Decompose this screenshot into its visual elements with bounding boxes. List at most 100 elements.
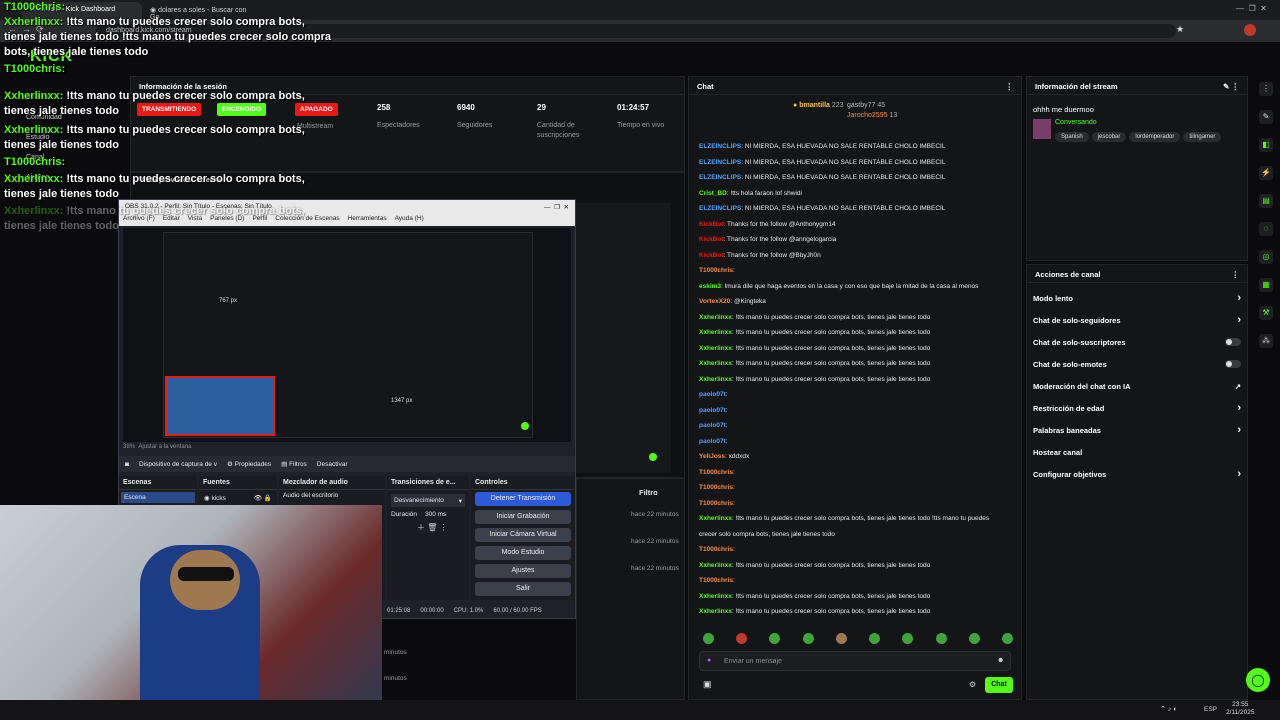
bookmark-star-icon[interactable]: ★ — [1176, 24, 1184, 35]
chat-message[interactable]: YeliJoss: xddxdx — [699, 449, 1017, 465]
moderation-icon[interactable]: ◧ — [1259, 138, 1273, 152]
chat-message[interactable]: KickBot: Thanks for the follow @anngelog… — [699, 232, 1017, 248]
chat-message[interactable]: Xxherlinxx: !tts mano tu puedes crecer s… — [699, 341, 1017, 357]
chat-message[interactable]: T1000chris: — [699, 465, 1017, 481]
channel-action-item[interactable]: Chat de solo-suscriptores — [1027, 331, 1247, 353]
obs-preview-canvas[interactable]: 767 px 1347 px — [123, 228, 571, 442]
chat-message[interactable]: T1000chris: — [699, 480, 1017, 496]
emote-icon[interactable] — [703, 633, 714, 644]
obs-stop-stream-button[interactable]: Detener Transmisión — [475, 492, 571, 506]
obs-virtual-camera-button[interactable]: Iniciar Cámara Virtual — [475, 528, 571, 542]
chat-message[interactable]: Crist_BD: !tts hola faraon lof shwidi — [699, 186, 1017, 202]
leader-3[interactable]: Jarocho2595 13 — [847, 111, 897, 121]
chat-message[interactable]: T1000chris: — [699, 496, 1017, 512]
emote-icon[interactable] — [769, 633, 781, 644]
channel-action-item[interactable]: Chat de solo-emotes — [1027, 353, 1247, 375]
more-icon[interactable]: ⋮ — [1259, 82, 1273, 96]
emote-icon[interactable] — [935, 633, 947, 644]
chevron-right-icon[interactable]: › — [1237, 424, 1241, 436]
chat-message[interactable]: ELZEINCLIPS: NI MIERDA, ESA HUEVADA NO S… — [699, 155, 1017, 171]
gift-icon[interactable]: ▣ — [703, 679, 712, 690]
chat-message[interactable]: paolo07t: — [699, 387, 1017, 403]
external-link-icon[interactable]: ↗ — [1235, 382, 1241, 391]
help-chat-bubble-icon[interactable]: ◯ — [1246, 668, 1270, 692]
chat-message[interactable]: VortexX20: @Kingteka — [699, 294, 1017, 310]
activity-filter-button[interactable]: Filtro — [639, 488, 658, 497]
chat-message[interactable]: eskim3: lmura dile que haga eventos en l… — [699, 279, 1017, 295]
chat-message[interactable]: Xxherlinxx: !tts mano tu puedes crecer s… — [699, 310, 1017, 326]
leader-2[interactable]: gastby77 45 — [847, 101, 897, 111]
emote-icon[interactable] — [835, 633, 847, 644]
keyboard-language[interactable]: ESP — [1204, 706, 1217, 713]
taskbar-clock[interactable]: 23:55 2/11/2025 — [1226, 701, 1254, 717]
obs-transition-add-icon[interactable]: ＋ 🗑 ⋮ — [417, 522, 465, 533]
chat-message[interactable]: ELZEINCLIPS: NI MIERDA, ESA HUEVADA NO S… — [699, 170, 1017, 186]
chat-message[interactable]: Xxherlinxx: !tts mano tu puedes crecer s… — [699, 372, 1017, 388]
channel-action-item[interactable]: Modo lento › — [1027, 287, 1247, 309]
channel-action-item[interactable]: Palabras baneadas › — [1027, 419, 1247, 441]
flash-icon[interactable]: ⚡ — [1259, 166, 1273, 180]
obs-deactivate-button[interactable]: Desactivar — [317, 461, 348, 468]
chat-popout-icon[interactable]: ⋮ — [1006, 82, 1014, 91]
chat-message[interactable]: paolo07t: — [699, 434, 1017, 450]
chat-message[interactable]: Xxherlinxx: !tts mano tu puedes crecer s… — [699, 511, 1017, 527]
chat-message[interactable]: Xxherlinxx: !tts mano tu puedes crecer s… — [699, 325, 1017, 341]
emote-icon[interactable] — [736, 633, 748, 644]
category-name[interactable]: Conversando — [1055, 119, 1097, 126]
chat-send-button[interactable]: Chat — [985, 677, 1013, 693]
chat-message[interactable]: T1000chris: — [699, 573, 1017, 589]
chevron-right-icon[interactable]: › — [1237, 292, 1241, 304]
obs-exit-button[interactable]: Salir — [475, 582, 571, 596]
obs-webcam-source[interactable] — [165, 376, 275, 436]
tray-icons[interactable]: ⌃ ♪ ◐ — [1160, 705, 1177, 713]
chat-message[interactable]: paolo07t: — [699, 418, 1017, 434]
emote-icon[interactable] — [968, 633, 980, 644]
obs-duration-row[interactable]: Duración 300 ms — [391, 511, 465, 518]
channel-action-item[interactable]: Configurar objetivos › — [1027, 463, 1247, 485]
chat-message[interactable]: Xxherlinxx: !tts mano tu puedes crecer s… — [699, 558, 1017, 574]
emote-icon[interactable] — [802, 633, 814, 644]
obs-studio-mode-button[interactable]: Modo Estudio — [475, 546, 571, 560]
channel-action-item[interactable]: Hostear canal — [1027, 441, 1247, 463]
toggle-switch[interactable] — [1225, 338, 1241, 346]
wrench-icon[interactable]: ⚒ — [1259, 306, 1273, 320]
chevron-right-icon[interactable]: › — [1237, 468, 1241, 480]
chat-input[interactable]: Enviar un mensaje — [699, 651, 1011, 671]
leader-1[interactable]: ● bmantilla 223 — [793, 101, 844, 111]
chevron-right-icon[interactable]: › — [1237, 314, 1241, 326]
document-icon[interactable]: ▤ — [1259, 194, 1273, 208]
profile-avatar[interactable] — [1244, 24, 1256, 36]
obs-menu-ayuda[interactable]: Ayuda (H) — [395, 215, 424, 225]
chat-message[interactable]: crecer solo compra bots, tienes jale tie… — [699, 527, 1017, 543]
pen-icon[interactable]: ✎ — [1259, 110, 1273, 124]
channel-action-item[interactable]: Restricción de edad › — [1027, 397, 1247, 419]
chat-message[interactable]: Xxherlinxx: !tts mano tu puedes crecer s… — [699, 356, 1017, 372]
obs-transition-select[interactable]: Desvanecimiento ▾ — [391, 494, 465, 507]
chat-message[interactable]: Xxherlinxx: !tts mano tu puedes crecer s… — [699, 589, 1017, 605]
emote-icon[interactable] — [1001, 633, 1013, 644]
emote-icon[interactable] — [902, 633, 914, 644]
window-controls[interactable]: — ❐ ✕ — [1236, 4, 1267, 13]
chat-bubble-icon[interactable]: ◌ — [1259, 222, 1273, 236]
emote-icon[interactable] — [869, 633, 881, 644]
chat-message[interactable]: T1000chris: — [699, 263, 1017, 279]
chat-message[interactable]: ELZEINCLIPS: NI MIERDA, ESA HUEVADA NO S… — [699, 201, 1017, 217]
obs-filters-button[interactable]: ▤ Filtros — [281, 460, 307, 468]
chat-message[interactable]: paolo07t: — [699, 403, 1017, 419]
channel-action-item[interactable]: Chat de solo-seguidores › — [1027, 309, 1247, 331]
apps-icon[interactable]: ⁂ — [1259, 334, 1273, 348]
obs-scene-item[interactable]: Escena — [121, 492, 195, 503]
broadcast-icon[interactable]: ◎ — [1259, 250, 1273, 264]
chevron-right-icon[interactable]: › — [1237, 402, 1241, 414]
toggle-switch[interactable] — [1225, 360, 1241, 368]
chat-settings-gear-icon[interactable]: ⚙ — [969, 680, 976, 689]
chat-message[interactable]: KickBot: Thanks for the follow @Anthonyg… — [699, 217, 1017, 233]
edit-pencil-icon[interactable]: ✎ ⋮ — [1223, 82, 1239, 91]
obs-source-item[interactable]: ◉ kicks 👁 🔒 — [201, 492, 275, 504]
obs-settings-button[interactable]: Ajustes — [475, 564, 571, 578]
chat-message[interactable]: T1000chris: — [699, 542, 1017, 558]
obs-start-recording-button[interactable]: Iniciar Grabación — [475, 510, 571, 524]
chat-message[interactable]: Xxherlinxx: !tts mano tu puedes crecer s… — [699, 604, 1017, 620]
obs-menu-herramientas[interactable]: Herramientas — [348, 215, 387, 225]
chat-message[interactable]: KickBot: Thanks for the follow @BbyJh0n — [699, 248, 1017, 264]
